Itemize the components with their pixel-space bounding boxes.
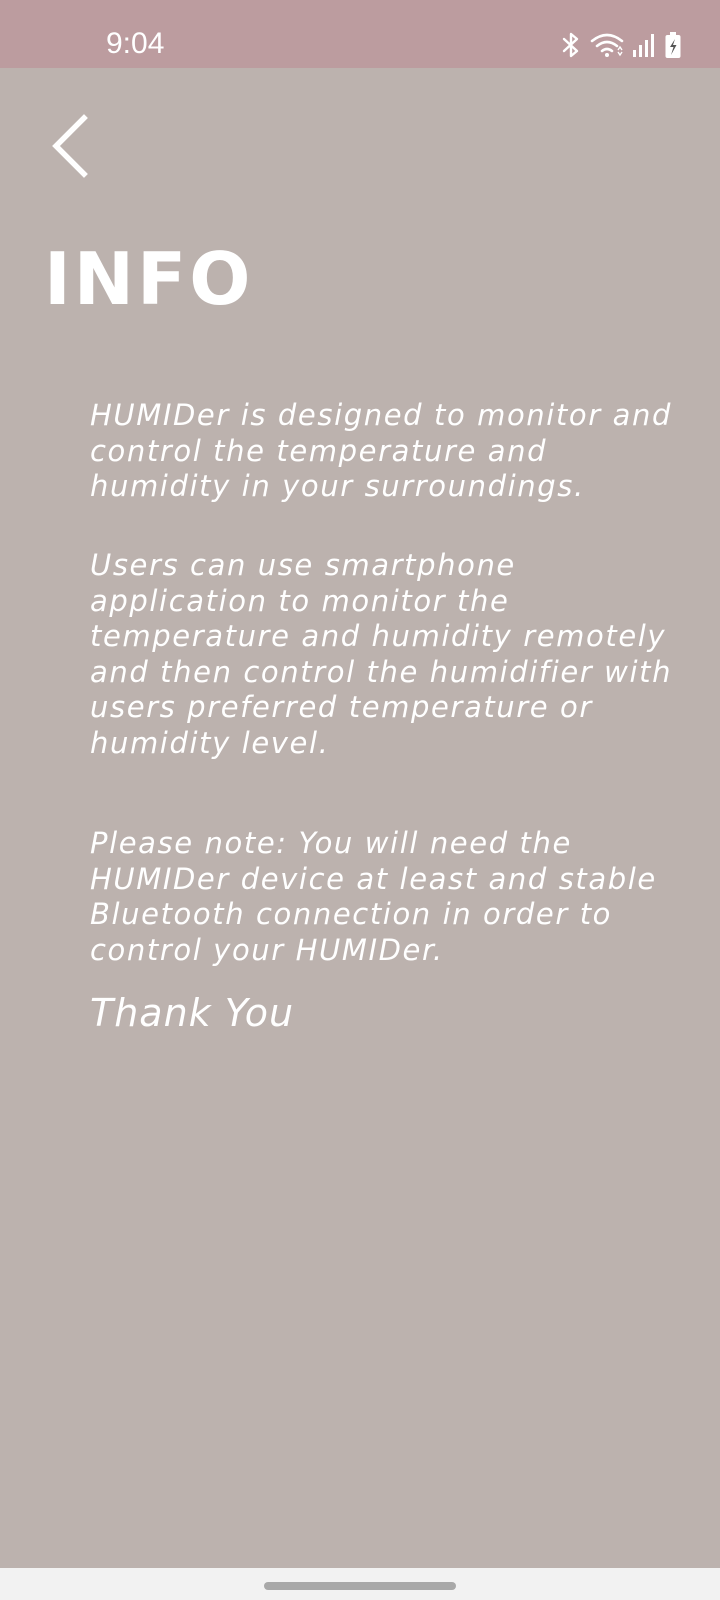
info-paragraph-usage: Users can use smartphone application to … bbox=[90, 548, 673, 760]
info-paragraph-description: HUMIDer is designed to monitor and contr… bbox=[90, 398, 672, 503]
bluetooth-icon bbox=[560, 31, 582, 59]
signal-icon bbox=[632, 32, 656, 58]
back-button[interactable] bbox=[40, 112, 100, 182]
navigation-bar bbox=[0, 1568, 720, 1600]
status-icons bbox=[560, 30, 682, 60]
status-bar: 9:04 bbox=[0, 0, 720, 68]
status-time: 9:04 bbox=[106, 27, 165, 60]
info-paragraph-note: Please note: You will need the HUMIDer d… bbox=[90, 826, 657, 967]
chevron-left-icon bbox=[40, 114, 100, 186]
info-screen: INFO HUMIDer is designed to monitor and … bbox=[0, 68, 720, 1568]
wifi-icon bbox=[590, 32, 624, 58]
page-title: INFO bbox=[44, 237, 254, 321]
home-gesture-handle[interactable] bbox=[264, 1582, 456, 1590]
battery-charging-icon bbox=[664, 31, 682, 59]
thank-you-text: Thank You bbox=[90, 991, 295, 1035]
